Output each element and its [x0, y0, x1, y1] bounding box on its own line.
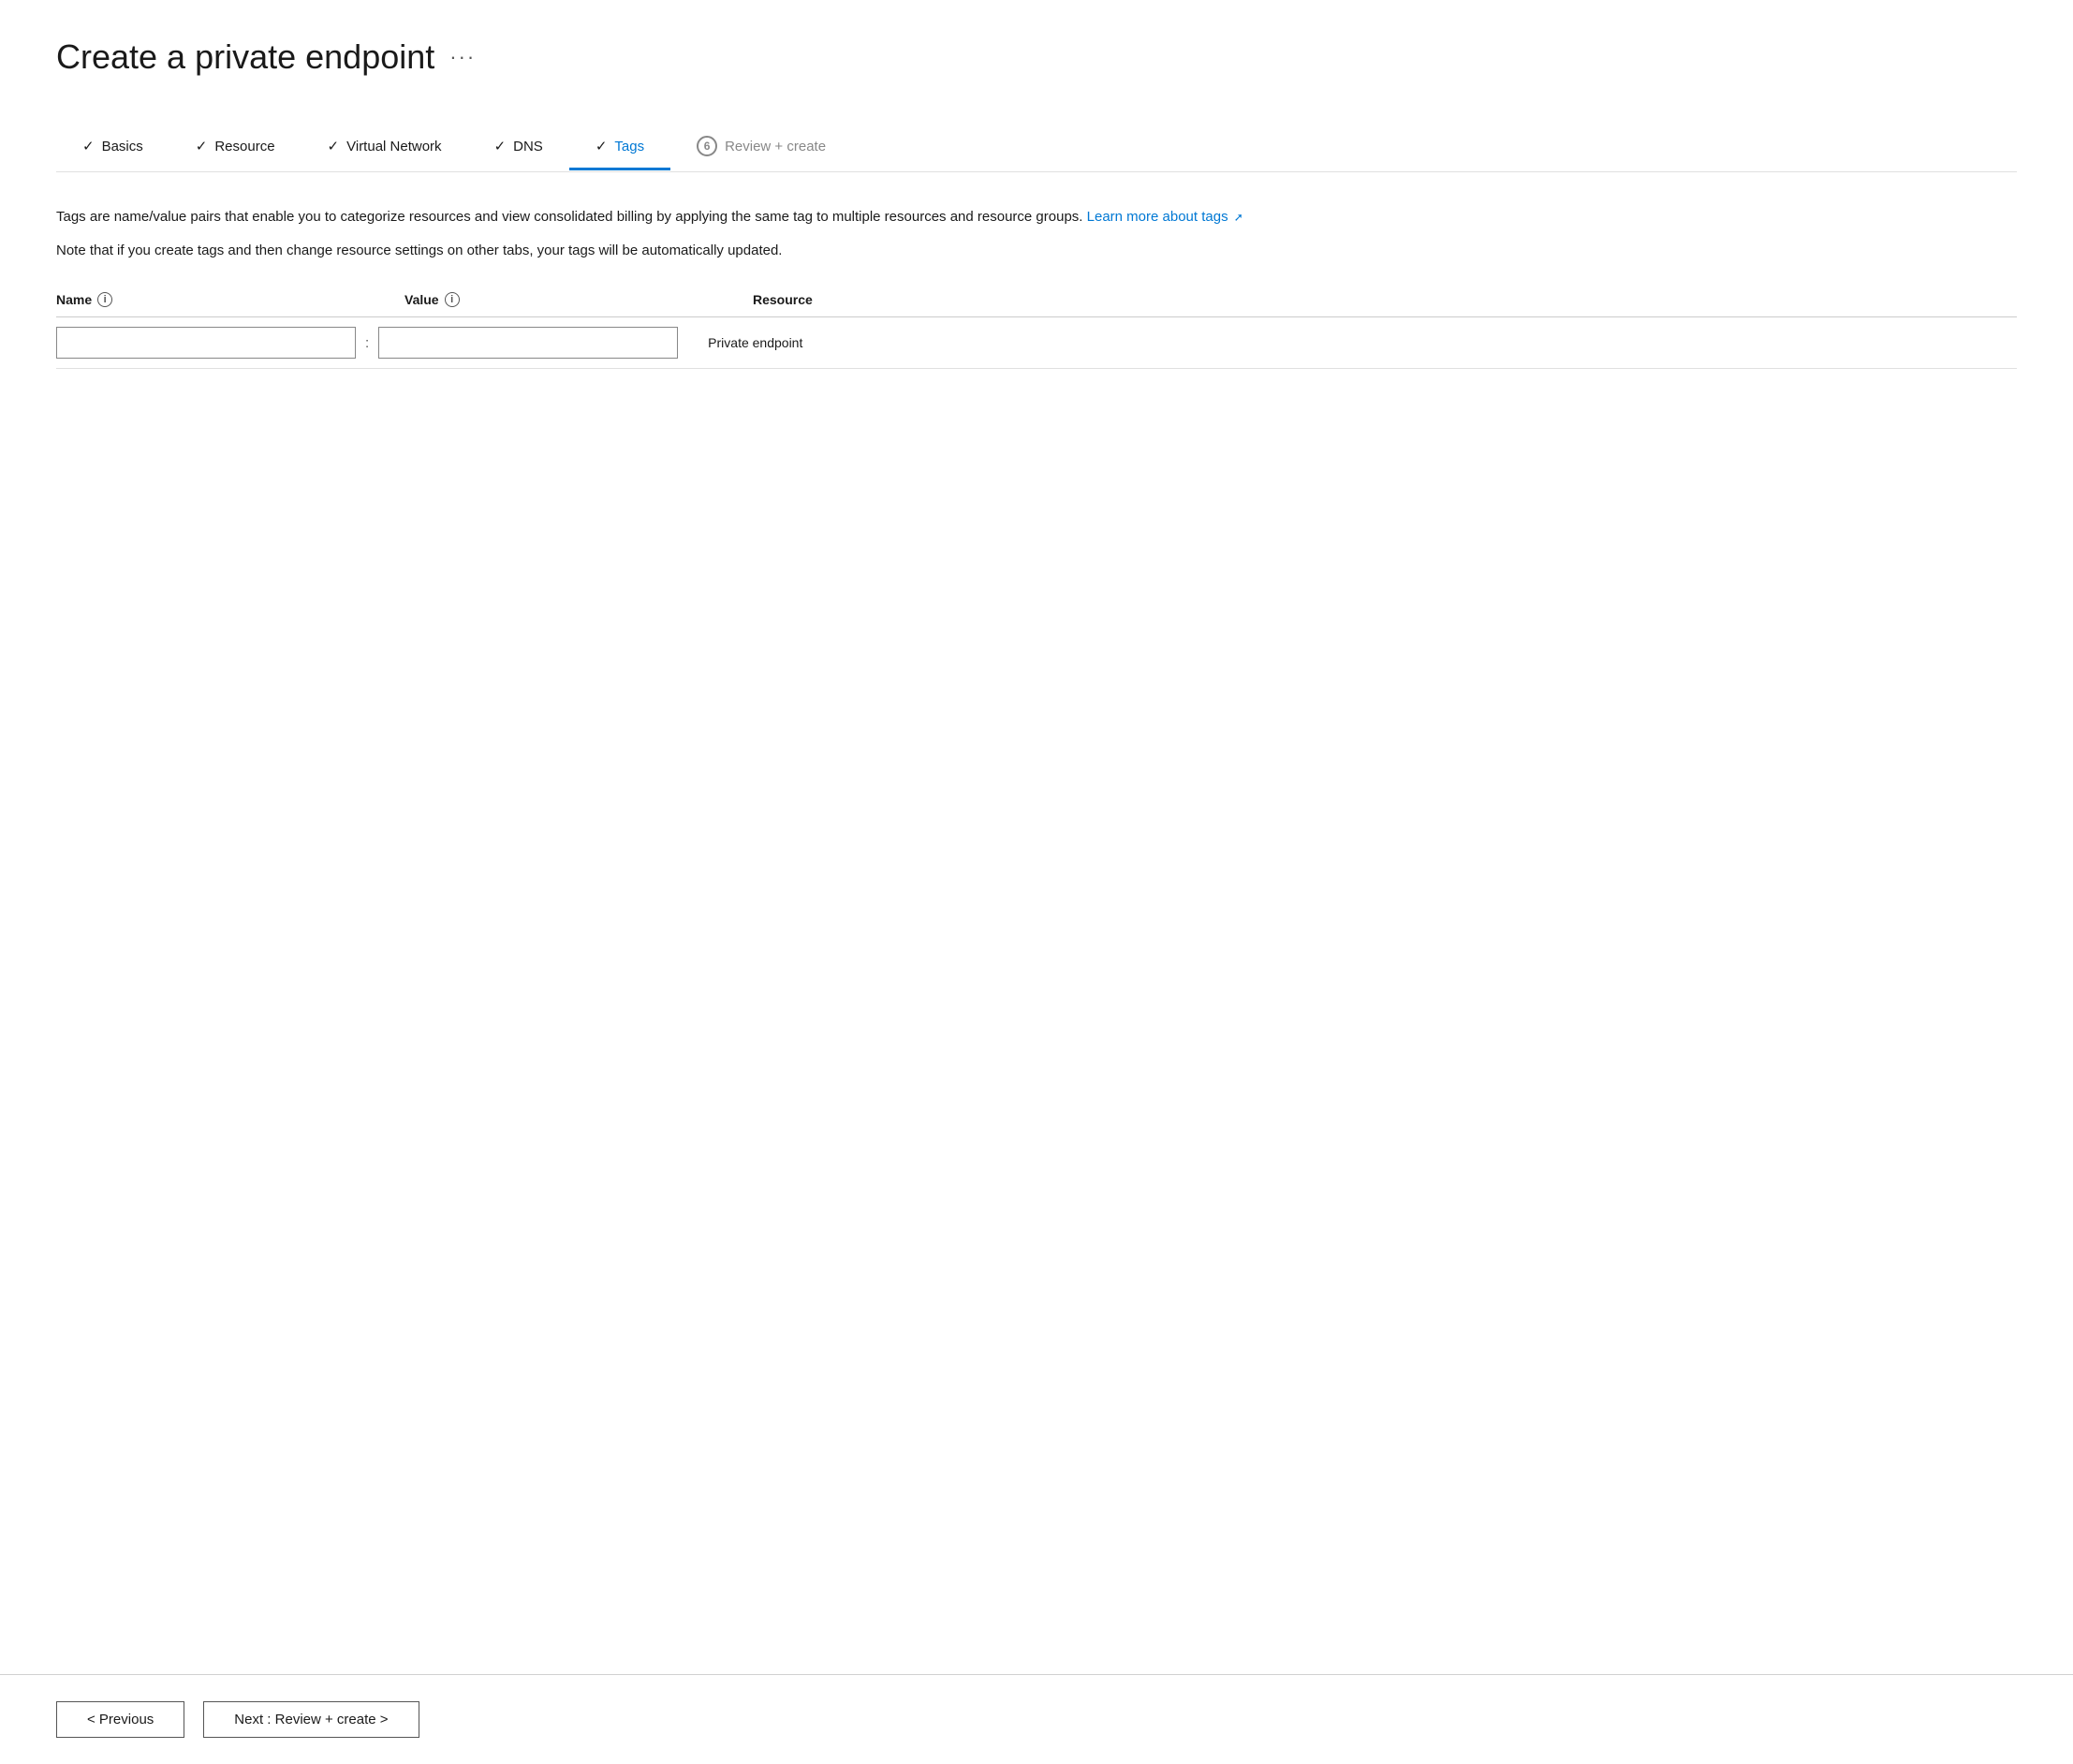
colon-separator: :: [365, 335, 369, 351]
learn-more-link[interactable]: Learn more about tags ➚: [1087, 209, 1243, 225]
check-icon-basics: ✓: [82, 138, 95, 154]
tag-value-input[interactable]: [378, 327, 678, 359]
tab-review-create-label: Review + create: [725, 139, 826, 154]
external-link-icon: ➚: [1234, 211, 1243, 224]
check-icon-virtual-network: ✓: [328, 138, 340, 154]
value-info-icon[interactable]: i: [445, 292, 460, 307]
tab-basics-label: Basics: [102, 139, 143, 154]
col-value-header: Value i: [404, 292, 723, 307]
previous-button[interactable]: < Previous: [56, 1701, 184, 1738]
wizard-tabs: ✓ Basics ✓ Resource ✓ Virtual Network ✓ …: [56, 122, 2017, 172]
tab-virtual-network-label: Virtual Network: [346, 139, 441, 154]
page-title: Create a private endpoint: [56, 37, 434, 77]
note-text: Note that if you create tags and then ch…: [56, 240, 2017, 262]
check-icon-tags: ✓: [595, 138, 608, 154]
table-row: : Private endpoint: [56, 317, 2017, 369]
tab-tags[interactable]: ✓ Tags: [569, 125, 670, 170]
tag-name-input[interactable]: [56, 327, 356, 359]
tags-table: Name i Value i Resource : Private endpoi…: [56, 292, 2017, 369]
check-icon-dns: ✓: [494, 138, 507, 154]
tab-resource[interactable]: ✓ Resource: [169, 125, 301, 170]
tags-header-row: Name i Value i Resource: [56, 292, 2017, 317]
next-button[interactable]: Next : Review + create >: [203, 1701, 419, 1738]
tab-resource-label: Resource: [214, 139, 274, 154]
page-title-row: Create a private endpoint ···: [56, 37, 2017, 77]
tab-dns[interactable]: ✓ DNS: [468, 125, 569, 170]
tab-virtual-network[interactable]: ✓ Virtual Network: [301, 125, 468, 170]
footer: < Previous Next : Review + create >: [0, 1674, 2073, 1764]
tab-review-create-number: 6: [697, 136, 717, 156]
name-info-icon[interactable]: i: [97, 292, 112, 307]
tag-resource-value: Private endpoint: [708, 335, 802, 350]
ellipsis-menu-button[interactable]: ···: [449, 45, 476, 69]
col-resource-header: Resource: [753, 292, 813, 307]
tab-dns-label: DNS: [513, 139, 543, 154]
check-icon-resource: ✓: [196, 138, 208, 154]
tab-review-create[interactable]: 6 Review + create: [670, 123, 852, 172]
tab-tags-label: Tags: [614, 139, 644, 154]
tab-basics[interactable]: ✓ Basics: [56, 125, 169, 170]
description-section: Tags are name/value pairs that enable yo…: [56, 206, 2017, 262]
col-name-header: Name i: [56, 292, 375, 307]
description-line1: Tags are name/value pairs that enable yo…: [56, 206, 2017, 228]
